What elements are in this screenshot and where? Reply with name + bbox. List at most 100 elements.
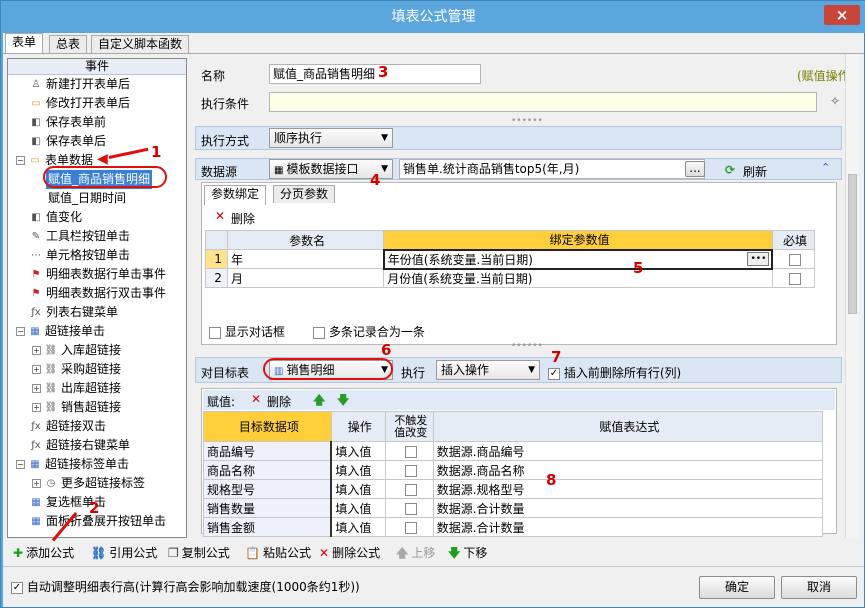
scrollbar-thumb[interactable]: [848, 174, 857, 314]
table-row[interactable]: 规格型号 填入值 数据源.规格型号: [203, 479, 824, 499]
checked-checkbox[interactable]: ✓: [548, 367, 560, 380]
target-item-cell[interactable]: 商品编号: [203, 441, 333, 461]
tab-custom-script[interactable]: 自定义脚本函数: [91, 35, 190, 53]
operation-cell[interactable]: 填入值: [330, 498, 386, 518]
param-value-cell[interactable]: 月份值(系统变量.当前日期): [383, 268, 773, 288]
move-up-button[interactable]: 🡅 上移: [396, 544, 435, 562]
delete-icon[interactable]: ✕: [251, 392, 261, 406]
checkbox[interactable]: [313, 326, 325, 339]
param-value-cell[interactable]: 年份值(系统变量.当前日期) •••: [382, 248, 774, 270]
expand-toggle-icon[interactable]: −: [16, 156, 25, 165]
exec-mode-select[interactable]: 顺序执行 ▼: [269, 128, 393, 148]
tab-paging-params[interactable]: 分页参数: [273, 185, 336, 203]
condition-input[interactable]: [269, 92, 817, 112]
table-row[interactable]: 1 年 年份值(系统变量.当前日期) •••: [204, 248, 816, 270]
datasource-input[interactable]: 销售单.统计商品销售top5(年,月): [399, 159, 705, 179]
refresh-icon[interactable]: ⟳: [725, 163, 735, 177]
show-dialog-option[interactable]: 显示对话框: [209, 323, 285, 340]
checked-checkbox[interactable]: ✓: [11, 581, 23, 594]
expression-cell[interactable]: 数据源.合计数量: [432, 517, 824, 537]
arrow-up-icon[interactable]: 🡅: [313, 391, 325, 412]
splitter-grip[interactable]: ••••••: [511, 116, 543, 126]
expand-toggle-icon[interactable]: +: [32, 384, 41, 393]
required-checkbox[interactable]: [789, 253, 802, 266]
expression-cell[interactable]: 数据源.商品名称: [432, 460, 824, 480]
target-item-cell[interactable]: 规格型号: [203, 479, 333, 499]
collapse-icon[interactable]: ⌃: [821, 161, 830, 174]
tab-summary[interactable]: 总表: [49, 35, 88, 53]
tab-form[interactable]: 表单: [5, 33, 44, 53]
expand-toggle-icon[interactable]: +: [32, 403, 41, 412]
expand-toggle-icon[interactable]: +: [32, 365, 41, 374]
tree-item[interactable]: ▭ 修改打开表单后: [16, 94, 130, 113]
ok-button[interactable]: 确定: [699, 576, 775, 599]
tree-item[interactable]: ◧ 值变化: [16, 208, 82, 227]
no-trigger-checkbox[interactable]: [404, 483, 417, 496]
ellipsis-button[interactable]: •••: [747, 251, 770, 266]
operation-cell[interactable]: 填入值: [330, 517, 386, 537]
no-trigger-checkbox[interactable]: [404, 464, 417, 477]
table-row[interactable]: 商品编号 填入值 数据源.商品编号: [203, 441, 824, 461]
expand-toggle-icon[interactable]: −: [16, 460, 25, 469]
reference-formula-button[interactable]: ⛓ 引用公式: [91, 544, 157, 562]
tree-item[interactable]: 赋值_日期时间: [48, 189, 126, 208]
tree-item[interactable]: ◧ 保存表单后: [16, 132, 106, 151]
tree-item[interactable]: ƒx 列表右键菜单: [16, 303, 118, 322]
merge-records-option[interactable]: 多条记录合为一条: [313, 323, 425, 340]
tab-param-binding[interactable]: 参数绑定: [204, 185, 267, 205]
operation-cell[interactable]: 填入值: [330, 460, 386, 480]
required-checkbox[interactable]: [788, 272, 801, 285]
delete-formula-button[interactable]: ✕ 删除公式: [319, 544, 380, 562]
tree-item[interactable]: ƒx 超链接右键菜单: [16, 436, 130, 455]
tree-item[interactable]: ⚑ 明细表数据行单击事件: [16, 265, 167, 284]
tree-item[interactable]: ⋯ 单元格按钮单击: [16, 246, 130, 265]
expression-cell[interactable]: 数据源.商品编号: [432, 441, 824, 461]
target-item-cell[interactable]: 商品名称: [203, 460, 333, 480]
refresh-button[interactable]: 刷新: [743, 163, 767, 180]
no-trigger-checkbox[interactable]: [404, 445, 417, 458]
tree-item[interactable]: ƒx 超链接双击: [16, 417, 106, 436]
tree-item[interactable]: + ⛓ 出库超链接: [32, 379, 121, 398]
expand-toggle-icon[interactable]: +: [32, 479, 41, 488]
add-formula-button[interactable]: ✚ 添加公式: [13, 544, 74, 562]
splitter-grip[interactable]: ••••••: [511, 341, 543, 351]
wand-icon[interactable]: ✧: [830, 94, 840, 108]
operation-cell[interactable]: 填入值: [330, 479, 386, 499]
param-name-cell[interactable]: 年: [227, 249, 385, 269]
param-name-cell[interactable]: 月: [227, 268, 385, 288]
no-trigger-checkbox[interactable]: [404, 521, 417, 534]
copy-formula-button[interactable]: ❐ 复制公式: [168, 544, 230, 562]
assign-delete-button[interactable]: 删除: [267, 393, 291, 410]
expression-cell[interactable]: 数据源.规格型号: [432, 479, 824, 499]
paste-formula-button[interactable]: 📋 粘贴公式: [245, 544, 311, 562]
operation-cell[interactable]: 填入值: [330, 441, 386, 461]
browse-button[interactable]: ...: [685, 161, 705, 177]
expand-toggle-icon[interactable]: +: [32, 346, 41, 355]
tree-item[interactable]: + ◷ 更多超链接标签: [32, 474, 145, 493]
param-delete-button[interactable]: 删除: [231, 210, 255, 227]
delete-icon[interactable]: ✕: [215, 209, 225, 223]
table-row[interactable]: 销售金额 填入值 数据源.合计数量: [203, 517, 824, 537]
cancel-button[interactable]: 取消: [781, 576, 857, 599]
close-button[interactable]: ×: [824, 5, 860, 25]
tree-item[interactable]: − ▦ 超链接标签单击: [16, 455, 129, 474]
table-row[interactable]: 销售数量 填入值 数据源.合计数量: [203, 498, 824, 518]
name-input[interactable]: 赋值_商品销售明细: [269, 64, 481, 84]
table-row[interactable]: 商品名称 填入值 数据源.商品名称: [203, 460, 824, 480]
expand-toggle-icon[interactable]: −: [16, 327, 25, 336]
no-trigger-checkbox[interactable]: [404, 502, 417, 515]
table-row[interactable]: 2 月 月份值(系统变量.当前日期): [204, 268, 816, 288]
move-down-button[interactable]: 🡇 下移: [448, 544, 487, 562]
tree-item[interactable]: + ⛓ 销售超链接: [32, 398, 121, 417]
tree-item[interactable]: − ▦ 超链接单击: [16, 322, 105, 341]
tree-item[interactable]: + ⛓ 采购超链接: [32, 360, 121, 379]
tree-item[interactable]: ✎ 工具栏按钮单击: [16, 227, 130, 246]
tree-item[interactable]: ⚑ 明细表数据行双击事件: [16, 284, 167, 303]
arrow-down-icon[interactable]: 🡇: [337, 391, 349, 412]
right-scrollbar[interactable]: [845, 54, 859, 538]
checkbox[interactable]: [209, 326, 221, 339]
target-item-cell[interactable]: 销售数量: [203, 498, 333, 518]
clear-before-insert-option[interactable]: ✓ 插入前删除所有行(列): [548, 364, 681, 381]
tree-item[interactable]: ◧ 保存表单前: [16, 113, 106, 132]
tree-item[interactable]: ♙ 新建打开表单后: [16, 75, 131, 94]
